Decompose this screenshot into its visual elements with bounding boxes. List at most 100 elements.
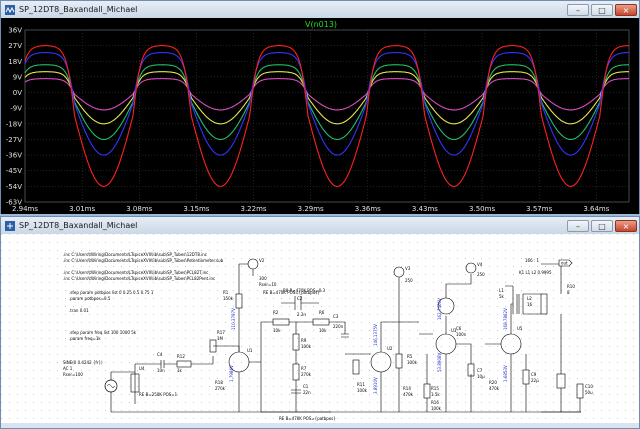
window-title: SP_12DT8_Baxandall_Michael xyxy=(19,5,138,14)
label-pot-vol: RE B=250K POS=1 xyxy=(139,392,178,397)
label-r9-val: 100k xyxy=(301,344,312,349)
directive-inc-1[interactable]: .inc C:\Users\tWiring\Documents\LTspiceX… xyxy=(63,252,207,257)
x-tick-label: 3.36ms xyxy=(355,205,381,213)
trace-label[interactable]: V(n013) xyxy=(305,20,337,29)
schematic-titlebar[interactable]: SP_12DT8_Baxandall_Michael – □ × xyxy=(1,217,639,235)
label-v2-val: 300 xyxy=(259,276,267,281)
directive-inc-2[interactable]: .inc C:\Users\tWiring\Documents\LTspiceX… xyxy=(63,258,224,263)
directive-param-freq[interactable]: .param freq=1k xyxy=(69,336,101,341)
x-tick-label: 3.22ms xyxy=(241,205,267,213)
directive-tran[interactable]: .tran 0.01 xyxy=(69,308,89,313)
label-r17-val: 1M xyxy=(217,336,224,341)
label-r15-val: 1.5k xyxy=(431,392,440,397)
directive-param-pot[interactable]: .param potbpos=0.5 xyxy=(69,296,111,301)
label-c9-val: 22µ xyxy=(531,378,539,383)
schematic-drawing[interactable]: .inc C:\Users\tWiring\Documents\LTspiceX… xyxy=(1,234,639,423)
x-tick-label: 3.50ms xyxy=(469,205,495,213)
readout-8: 1.6853V xyxy=(503,365,508,382)
schematic-icon xyxy=(5,220,15,231)
label-r11: R11 xyxy=(357,382,365,387)
label-r16: R16 xyxy=(431,400,439,405)
label-l1-val: 5k xyxy=(499,294,505,299)
label-r14: R14 xyxy=(403,386,411,391)
label-u3: U3 xyxy=(451,328,457,333)
x-tick-label: 3.15ms xyxy=(183,205,209,213)
schematic-canvas[interactable]: .inc C:\Users\tWiring\Documents\LTspiceX… xyxy=(1,234,639,423)
label-pot-bass: RE B=470K POS={potbpos} xyxy=(279,416,336,421)
y-tick-label: 27V xyxy=(8,42,22,50)
y-tick-label: 0V xyxy=(13,89,22,97)
label-r16-val: 100k xyxy=(431,406,442,411)
waveform-trace[interactable] xyxy=(24,71,629,125)
label-c4-val: 10n xyxy=(157,368,165,373)
close-button[interactable]: × xyxy=(615,3,637,16)
directive-step-freq[interactable]: .step param freq list 100 1000 5k xyxy=(69,330,137,335)
label-r5-val: 100k xyxy=(407,360,418,365)
close-button[interactable]: × xyxy=(615,219,637,232)
minimize-button[interactable]: – xyxy=(567,3,589,16)
label-r7: R7 xyxy=(301,366,307,371)
label-c7-val: 10µ xyxy=(477,374,485,379)
label-l2-val: 16 xyxy=(527,302,533,307)
y-tick-label: 36V xyxy=(8,27,22,35)
window-title: SP_12DT8_Baxandall_Michael xyxy=(19,221,138,230)
readout-6: 53.8908V xyxy=(437,352,442,372)
x-tick-label: 3.43ms xyxy=(412,205,438,213)
trace-group xyxy=(24,45,630,187)
y-tick-label: -18V xyxy=(6,120,22,128)
ltspice-icon xyxy=(5,4,15,15)
label-r6: R6 xyxy=(319,310,325,315)
label-v2-rser: Rser=10 xyxy=(259,282,277,287)
label-u4: U4 xyxy=(139,366,145,371)
waveform-chart[interactable]: 36V27V18V9V0V-9V-18V-27V-36V-45V-54V-63V… xyxy=(1,18,639,214)
x-axis-labels: 2.94ms 3.01ms 3.08ms 3.15ms 3.22ms 3.29ms 3.36… xyxy=(12,205,610,213)
label-v2: V2 xyxy=(259,258,265,263)
label-v3-val: 250 xyxy=(405,278,413,283)
out-label: out xyxy=(561,261,568,266)
readout-7: 168.7862V xyxy=(503,308,508,330)
plot-window: SP_12DT8_Baxandall_Michael – □ × 36V 27V 1… xyxy=(0,0,640,214)
label-u1: U1 xyxy=(247,348,253,353)
label-r14-val: 470k xyxy=(403,392,414,397)
label-ratio: 166 : 1 xyxy=(525,258,540,263)
label-c1-val: 22n xyxy=(303,390,311,395)
plot-titlebar[interactable]: SP_12DT8_Baxandall_Michael – □ × xyxy=(1,1,639,19)
y-tick-label: -36V xyxy=(6,152,22,160)
label-c6-val: 100n xyxy=(456,332,467,337)
directive-inc-4[interactable]: .inc C:\Users\tWiring\Documents\LTspiceX… xyxy=(63,276,215,281)
y-tick-label: -54V xyxy=(6,183,22,191)
label-r17: R17 xyxy=(217,330,225,335)
schematic-window: SP_12DT8_Baxandall_Michael – □ × .inc C:… xyxy=(0,216,640,429)
waveform-trace[interactable] xyxy=(24,52,629,156)
y-tick-label: 9V xyxy=(13,73,22,81)
directive-inc-3[interactable]: .inc C:\Users\tWiring\Documents\LTspiceX… xyxy=(63,270,208,275)
label-r20: R20 xyxy=(489,380,497,385)
label-c9: C9 xyxy=(531,372,537,377)
maximize-button[interactable]: □ xyxy=(591,219,613,232)
label-c10: C10 xyxy=(585,384,593,389)
y-tick-label: -27V xyxy=(6,136,22,144)
x-tick-label: 3.64ms xyxy=(583,205,609,213)
label-r5: R5 xyxy=(407,354,413,359)
label-k1: K1 L1 L2 0.9995 xyxy=(519,270,552,275)
label-r20-val: 470k xyxy=(489,386,500,391)
readout-5: 162.7466V xyxy=(437,298,442,320)
minimize-button[interactable]: – xyxy=(567,219,589,232)
label-l1: L1 xyxy=(499,288,504,293)
maximize-button[interactable]: □ xyxy=(591,3,613,16)
waveform-trace[interactable] xyxy=(24,64,630,141)
y-axis-labels: 36V27V18V9V0V-9V-18V-27V-36V-45V-54V-63V xyxy=(6,27,22,207)
waveform-trace[interactable] xyxy=(24,45,629,187)
x-tick-label: 3.08ms xyxy=(126,205,152,213)
waveform-plot[interactable]: 36V 27V 18V 9V 0V -9V -18V -27V -36V -45V -54V -63V… xyxy=(1,18,639,214)
label-r10: R10 xyxy=(567,284,575,289)
x-tick-label: 3.01ms xyxy=(69,205,95,213)
label-u5: U5 xyxy=(517,326,523,331)
label-v4-val: 250 xyxy=(477,272,485,277)
label-u2: U2 xyxy=(387,346,393,351)
label-r1-val: 150k xyxy=(223,296,234,301)
label-c3-val: 220n xyxy=(333,324,344,329)
x-tick-label: 2.94ms xyxy=(12,205,38,213)
label-pot-treble: RE B=470K POS={potbpos} xyxy=(263,290,320,295)
directive-step-pot[interactable]: .step param potbpos list 0 0.25 0.5 0.75… xyxy=(69,290,154,295)
